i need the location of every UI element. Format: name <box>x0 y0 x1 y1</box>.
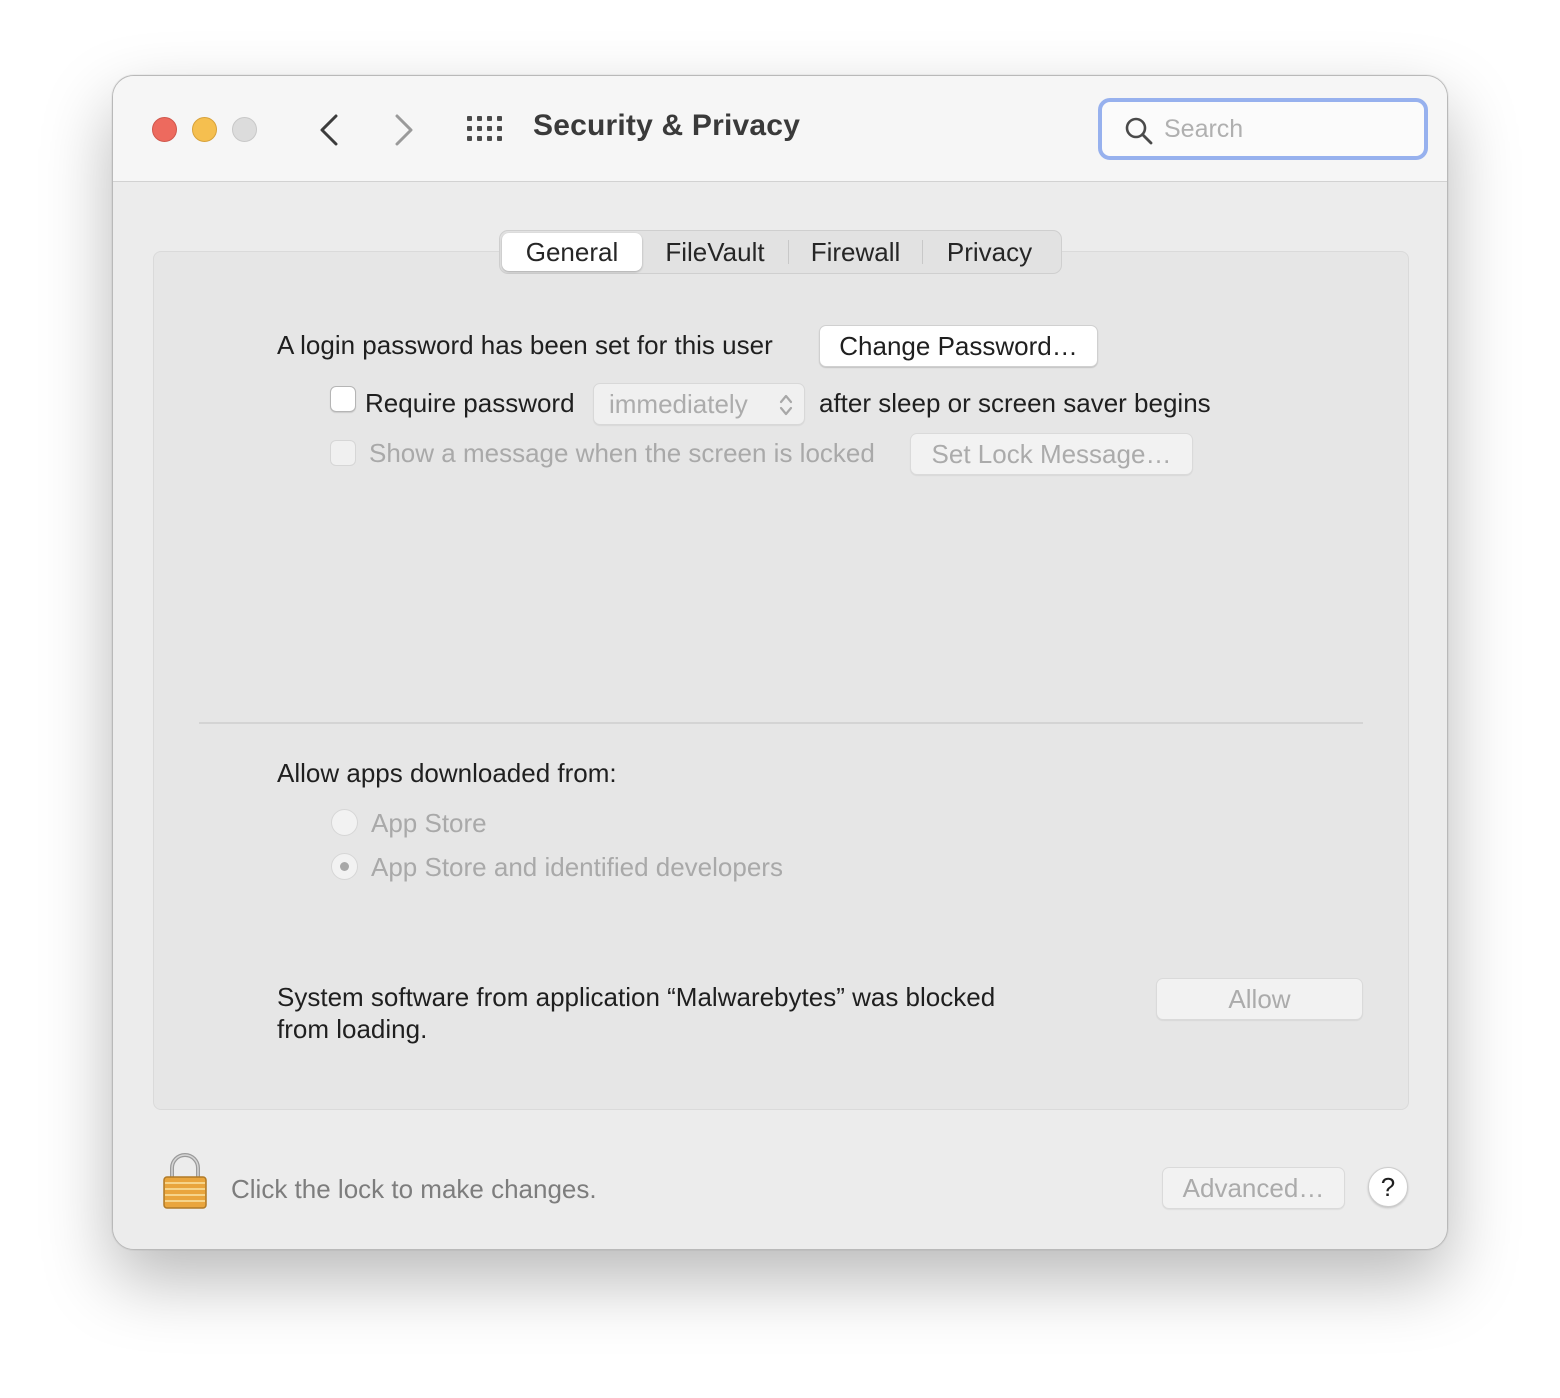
lock-button[interactable] <box>161 1152 209 1215</box>
forward-button[interactable] <box>384 110 424 150</box>
blocked-message-line1: System software from application “Malwar… <box>277 982 996 1012</box>
login-password-label: A login password has been set for this u… <box>277 330 773 360</box>
search-icon <box>1125 117 1153 145</box>
chevron-right-icon <box>395 114 413 146</box>
minimize-button[interactable] <box>192 117 217 142</box>
set-lock-message-button[interactable]: Set Lock Message… <box>910 433 1193 475</box>
chevron-left-icon <box>320 114 338 146</box>
tab-filevault[interactable]: FileVault <box>642 233 788 271</box>
radio-app-store-label: App Store <box>371 808 487 838</box>
change-password-button[interactable]: Change Password… <box>819 325 1098 367</box>
search-field[interactable] <box>1098 98 1428 160</box>
titlebar: Security & Privacy <box>113 76 1447 182</box>
lock-icon <box>163 1153 207 1209</box>
tab-firewall[interactable]: Firewall <box>789 233 922 271</box>
password-delay-popup[interactable]: immediately <box>593 383 805 425</box>
password-delay-value: immediately <box>609 389 748 419</box>
radio-selected-dot <box>340 862 349 871</box>
tab-bar: General FileVault Firewall Privacy <box>499 230 1062 274</box>
close-button[interactable] <box>152 117 177 142</box>
show-message-checkbox[interactable] <box>330 440 356 466</box>
lock-message: Click the lock to make changes. <box>231 1174 597 1204</box>
popup-arrows-icon <box>779 394 793 416</box>
allow-apps-heading: Allow apps downloaded from: <box>277 758 617 788</box>
preferences-window: Security & Privacy General FileVault Fir… <box>112 75 1448 1250</box>
back-button[interactable] <box>309 110 349 150</box>
after-sleep-label: after sleep or screen saver begins <box>819 388 1211 418</box>
grid-icon <box>467 116 502 141</box>
radio-app-store[interactable] <box>331 809 358 836</box>
help-button[interactable]: ? <box>1368 1167 1408 1207</box>
blocked-message-line2: from loading. <box>277 1014 428 1044</box>
window-title: Security & Privacy <box>533 109 801 142</box>
require-password-checkbox[interactable] <box>330 386 356 412</box>
show-all-button[interactable] <box>465 114 505 144</box>
advanced-button[interactable]: Advanced… <box>1162 1167 1345 1209</box>
require-password-label: Require password <box>365 388 575 418</box>
zoom-button[interactable] <box>232 117 257 142</box>
search-input[interactable] <box>1164 112 1404 146</box>
radio-app-store-identified[interactable] <box>331 853 358 880</box>
tab-privacy[interactable]: Privacy <box>923 233 1056 271</box>
allow-button[interactable]: Allow <box>1156 978 1363 1020</box>
radio-app-store-identified-label: App Store and identified developers <box>371 852 783 882</box>
section-divider <box>199 722 1363 724</box>
tab-general[interactable]: General <box>502 233 642 271</box>
show-message-label: Show a message when the screen is locked <box>369 438 875 468</box>
